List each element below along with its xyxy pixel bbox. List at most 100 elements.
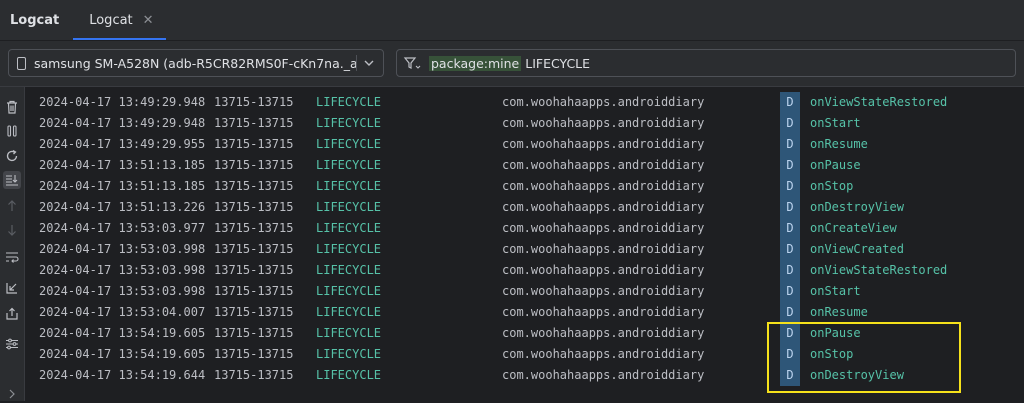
- down-icon[interactable]: [3, 221, 21, 239]
- up-icon[interactable]: [3, 197, 21, 215]
- log-tag: LIFECYCLE: [316, 263, 382, 277]
- log-timestamp: 2024-04-17 13:49:29.948: [39, 116, 206, 130]
- restart-icon[interactable]: [3, 147, 21, 165]
- log-tag: LIFECYCLE: [316, 158, 382, 172]
- log-level: D: [780, 302, 800, 323]
- log-row[interactable]: 2024-04-17 13:51:13.226 13715-13715 LIFECY…: [25, 197, 1024, 218]
- log-level: D: [780, 113, 800, 134]
- log-pid: 13715-13715: [214, 200, 294, 214]
- log-tag: LIFECYCLE: [316, 179, 382, 193]
- log-message: onViewCreated: [810, 242, 904, 256]
- log-package: com.woohahaapps.androiddiary: [502, 116, 705, 130]
- log-message: onStart: [810, 116, 861, 130]
- log-pid: 13715-13715: [214, 95, 294, 109]
- log-timestamp: 2024-04-17 13:51:13.185: [39, 179, 206, 193]
- log-level: D: [780, 281, 800, 302]
- device-selector[interactable]: samsung SM-A528N (adb-R5CR82RMS0F-cKn7na…: [8, 49, 384, 77]
- log-pid: 13715-13715: [214, 116, 294, 130]
- log-level: D: [780, 218, 800, 239]
- log-timestamp: 2024-04-17 13:53:03.977: [39, 221, 206, 235]
- log-tag: LIFECYCLE: [316, 305, 382, 319]
- log-pid: 13715-13715: [214, 242, 294, 256]
- log-timestamp: 2024-04-17 13:49:29.955: [39, 137, 206, 151]
- log-pid: 13715-13715: [214, 179, 294, 193]
- log-package: com.woohahaapps.androiddiary: [502, 305, 705, 319]
- log-pid: 13715-13715: [214, 158, 294, 172]
- trash-icon[interactable]: [3, 98, 21, 116]
- close-icon[interactable]: ✕: [143, 13, 154, 28]
- annotation-highlight-box: [767, 322, 961, 393]
- log-package: com.woohahaapps.androiddiary: [502, 200, 705, 214]
- logcat-toolbar: samsung SM-A528N (adb-R5CR82RMS0F-cKn7na…: [0, 41, 1024, 87]
- log-tag: LIFECYCLE: [316, 137, 382, 151]
- tool-window-tabbar: Logcat Logcat ✕: [0, 0, 1024, 41]
- log-tag: LIFECYCLE: [316, 368, 382, 382]
- filter-input[interactable]: package:mine LIFECYCLE: [396, 49, 1016, 77]
- log-package: com.woohahaapps.androiddiary: [502, 368, 705, 382]
- log-package: com.woohahaapps.androiddiary: [502, 158, 705, 172]
- log-timestamp: 2024-04-17 13:54:19.644: [39, 368, 206, 382]
- log-row[interactable]: 2024-04-17 13:53:03.998 13715-13715 LIFECY…: [25, 260, 1024, 281]
- settings-icon[interactable]: [3, 335, 21, 353]
- log-pid: 13715-13715: [214, 284, 294, 298]
- log-pid: 13715-13715: [214, 263, 294, 277]
- tab-logcat-label: Logcat: [89, 12, 133, 28]
- log-timestamp: 2024-04-17 13:53:03.998: [39, 242, 206, 256]
- log-level: D: [780, 92, 800, 113]
- log-row[interactable]: 2024-04-17 13:53:03.977 13715-13715 LIFECY…: [25, 218, 1024, 239]
- log-message: onViewStateRestored: [810, 95, 948, 109]
- log-row[interactable]: 2024-04-17 13:53:04.007 13715-13715 LIFECY…: [25, 302, 1024, 323]
- log-package: com.woohahaapps.androiddiary: [502, 263, 705, 277]
- log-message: onCreateView: [810, 221, 897, 235]
- log-row[interactable]: 2024-04-17 13:49:29.948 13715-13715 LIFECY…: [25, 92, 1024, 113]
- device-label: samsung SM-A528N (adb-R5CR82RMS0F-cKn7na…: [34, 55, 356, 71]
- log-pid: 13715-13715: [214, 305, 294, 319]
- log-tag: LIFECYCLE: [316, 116, 382, 130]
- log-pid: 13715-13715: [214, 368, 294, 382]
- logcat-sidebar: [0, 87, 25, 401]
- log-timestamp: 2024-04-17 13:53:03.998: [39, 284, 206, 298]
- log-pid: 13715-13715: [214, 347, 294, 361]
- expand-icon[interactable]: [3, 385, 21, 403]
- scroll-to-end-icon[interactable]: [3, 171, 21, 189]
- log-package: com.woohahaapps.androiddiary: [502, 347, 705, 361]
- log-timestamp: 2024-04-17 13:51:13.226: [39, 200, 206, 214]
- tab-logcat[interactable]: Logcat ✕: [73, 0, 166, 40]
- log-level: D: [780, 176, 800, 197]
- log-row[interactable]: 2024-04-17 13:53:03.998 13715-13715 LIFECY…: [25, 239, 1024, 260]
- log-tag: LIFECYCLE: [316, 95, 382, 109]
- soft-wrap-icon[interactable]: [3, 248, 21, 266]
- log-tag: LIFECYCLE: [316, 284, 382, 298]
- log-pid: 13715-13715: [214, 221, 294, 235]
- log-message: onDestroyView: [810, 200, 904, 214]
- log-row[interactable]: 2024-04-17 13:51:13.185 13715-13715 LIFECY…: [25, 176, 1024, 197]
- log-package: com.woohahaapps.androiddiary: [502, 326, 705, 340]
- chevron-down-icon[interactable]: [356, 55, 377, 71]
- log-message: onResume: [810, 305, 868, 319]
- filter-icon[interactable]: [403, 55, 425, 71]
- log-tag: LIFECYCLE: [316, 242, 382, 256]
- filter-package-token: package:mine: [429, 55, 522, 71]
- log-message: onResume: [810, 137, 868, 151]
- log-row[interactable]: 2024-04-17 13:51:13.185 13715-13715 LIFECY…: [25, 155, 1024, 176]
- tool-window-title: Logcat: [10, 12, 60, 28]
- log-package: com.woohahaapps.androiddiary: [502, 242, 705, 256]
- log-pid: 13715-13715: [214, 137, 294, 151]
- log-package: com.woohahaapps.androiddiary: [502, 95, 705, 109]
- log-timestamp: 2024-04-17 13:53:03.998: [39, 263, 206, 277]
- log-tag: LIFECYCLE: [316, 347, 382, 361]
- log-row[interactable]: 2024-04-17 13:53:03.998 13715-13715 LIFECY…: [25, 281, 1024, 302]
- log-timestamp: 2024-04-17 13:54:19.605: [39, 347, 206, 361]
- log-level: D: [780, 155, 800, 176]
- collapse-icon[interactable]: [3, 279, 21, 297]
- log-message: onPause: [810, 158, 861, 172]
- export-icon[interactable]: [3, 305, 21, 323]
- phone-icon: [17, 56, 26, 70]
- log-row[interactable]: 2024-04-17 13:49:29.948 13715-13715 LIFECY…: [25, 113, 1024, 134]
- pause-icon[interactable]: [3, 122, 21, 140]
- log-level: D: [780, 239, 800, 260]
- log-timestamp: 2024-04-17 13:49:29.948: [39, 95, 206, 109]
- log-row[interactable]: 2024-04-17 13:49:29.955 13715-13715 LIFECY…: [25, 134, 1024, 155]
- log-level: D: [780, 197, 800, 218]
- log-timestamp: 2024-04-17 13:53:04.007: [39, 305, 206, 319]
